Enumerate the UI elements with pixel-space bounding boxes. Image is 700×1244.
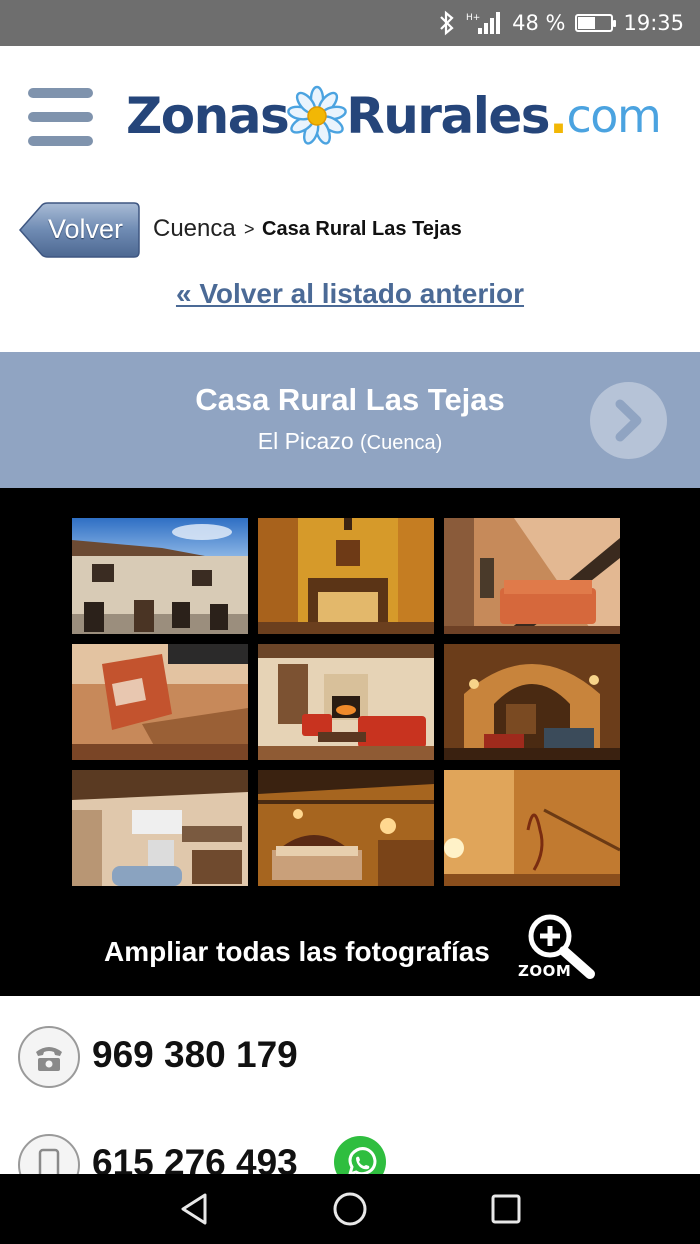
landline-row: 969 380 179 <box>0 1026 700 1096</box>
zoom-label: ZOOM <box>518 962 572 980</box>
bluetooth-icon <box>438 10 456 36</box>
volver-button[interactable]: Volver <box>18 202 140 258</box>
daisy-logo-icon <box>287 85 348 145</box>
back-to-list-row: « Volver al listado anterior <box>0 278 700 310</box>
breadcrumb-separator: > <box>244 219 255 239</box>
logo-text-rurales: Rurales <box>346 87 550 145</box>
photo-warm-corridor[interactable] <box>444 770 620 886</box>
status-bar: H+ 48 % 19:35 <box>0 0 700 46</box>
photo-staircase-living-room[interactable] <box>444 518 620 634</box>
site-logo[interactable]: Zonas Rurales . com <box>126 76 662 156</box>
breadcrumb-current: Casa Rural Las Tejas <box>262 218 462 240</box>
zoom-magnifier-icon: ZOOM <box>516 912 598 984</box>
enlarge-photos-button[interactable]: Ampliar todas las fotografías ZOOM <box>0 912 700 988</box>
photo-red-armchair[interactable] <box>72 644 248 760</box>
volver-button-label: Volver <box>48 214 124 244</box>
landline-number[interactable]: 969 380 179 <box>92 1034 298 1076</box>
site-header: Zonas Rurales . com <box>0 46 700 186</box>
photo-exterior-facade[interactable] <box>72 518 248 634</box>
back-to-list-link[interactable]: « Volver al listado anterior <box>176 278 524 309</box>
listing-town: El Picazo <box>257 428 354 454</box>
enlarge-photos-label: Ampliar todas las fotografías <box>104 936 490 967</box>
network-type-label: H+ <box>466 13 480 23</box>
logo-dot: . <box>549 87 568 145</box>
breadcrumb-city-link[interactable]: Cuenca <box>153 215 236 243</box>
photo-gallery: Ampliar todas las fotografías ZOOM <box>0 488 700 996</box>
battery-level <box>578 17 595 29</box>
battery-icon <box>575 14 617 32</box>
photo-stone-cellar[interactable] <box>444 644 620 760</box>
photo-yellow-hallway[interactable] <box>258 518 434 634</box>
telephone-icon[interactable] <box>18 1026 80 1088</box>
app-screen: H+ 48 % 19:35 Zonas Rurales . com Volver… <box>0 0 700 1244</box>
listing-province: (Cuenca) <box>360 432 443 454</box>
system-nav-bar <box>0 1174 700 1244</box>
home-circle-icon[interactable] <box>330 1189 370 1229</box>
signal-icon: H+ <box>466 10 502 36</box>
next-listing-button[interactable] <box>590 382 667 459</box>
hamburger-menu-icon[interactable] <box>28 88 93 146</box>
recents-square-icon[interactable] <box>486 1189 526 1229</box>
chevron-right-icon <box>615 399 642 442</box>
breadcrumb: Volver Cuenca > Casa Rural Las Tejas <box>0 196 700 266</box>
listing-title-band: Casa Rural Las Tejas El Picazo (Cuenca) <box>0 352 700 488</box>
logo-text-com: com <box>566 89 662 143</box>
logo-text-zonas: Zonas <box>126 87 290 145</box>
contact-section: 969 380 179 615 276 493 <box>0 996 700 1196</box>
photo-kitchen[interactable] <box>72 770 248 886</box>
clock: 19:35 <box>623 11 684 35</box>
back-triangle-icon[interactable] <box>175 1189 215 1229</box>
photo-bedroom[interactable] <box>258 770 434 886</box>
photo-fireplace-living-room[interactable] <box>258 644 434 760</box>
battery-percent: 48 % <box>512 11 566 35</box>
photo-grid <box>72 518 620 886</box>
